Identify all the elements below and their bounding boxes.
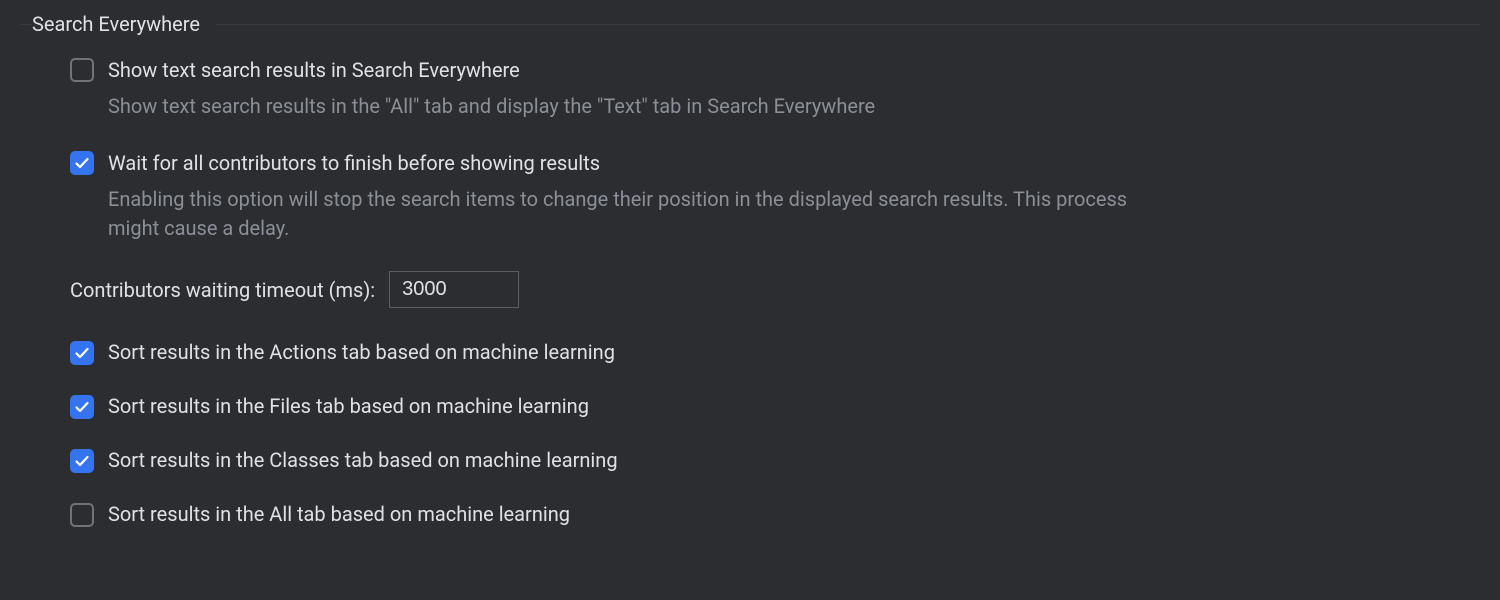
checkbox-sort-classes[interactable] bbox=[70, 449, 94, 473]
label-sort-all: Sort results in the All tab based on mac… bbox=[108, 500, 570, 528]
check-icon bbox=[74, 399, 90, 415]
option-wait-contributors: Wait for all contributors to finish befo… bbox=[70, 149, 1480, 243]
check-icon bbox=[74, 155, 90, 171]
label-wait-contributors: Wait for all contributors to finish befo… bbox=[108, 149, 600, 177]
timeout-row: Contributors waiting timeout (ms): bbox=[70, 271, 1480, 308]
label-sort-files: Sort results in the Files tab based on m… bbox=[108, 392, 589, 420]
check-icon bbox=[74, 453, 90, 469]
option-sort-classes: Sort results in the Classes tab based on… bbox=[70, 446, 1480, 474]
option-show-text-search: Show text search results in Search Every… bbox=[70, 56, 1480, 121]
checkbox-show-text-search[interactable] bbox=[70, 58, 94, 82]
label-timeout: Contributors waiting timeout (ms): bbox=[70, 278, 375, 302]
option-sort-files: Sort results in the Files tab based on m… bbox=[70, 392, 1480, 420]
option-sort-actions: Sort results in the Actions tab based on… bbox=[70, 338, 1480, 366]
group-title: Search Everywhere bbox=[32, 12, 216, 36]
label-sort-actions: Sort results in the Actions tab based on… bbox=[108, 338, 615, 366]
checkbox-sort-all[interactable] bbox=[70, 503, 94, 527]
checkbox-sort-actions[interactable] bbox=[70, 341, 94, 365]
group-content: Show text search results in Search Every… bbox=[20, 36, 1480, 528]
checkbox-sort-files[interactable] bbox=[70, 395, 94, 419]
description-wait-contributors: Enabling this option will stop the searc… bbox=[108, 185, 1128, 243]
search-everywhere-fieldset: Search Everywhere Show text search resul… bbox=[20, 12, 1480, 554]
label-sort-classes: Sort results in the Classes tab based on… bbox=[108, 446, 618, 474]
label-show-text-search: Show text search results in Search Every… bbox=[108, 56, 520, 84]
input-timeout[interactable] bbox=[389, 271, 519, 308]
option-sort-all: Sort results in the All tab based on mac… bbox=[70, 500, 1480, 528]
description-show-text-search: Show text search results in the "All" ta… bbox=[108, 92, 1128, 121]
checkbox-wait-contributors[interactable] bbox=[70, 151, 94, 175]
check-icon bbox=[74, 345, 90, 361]
